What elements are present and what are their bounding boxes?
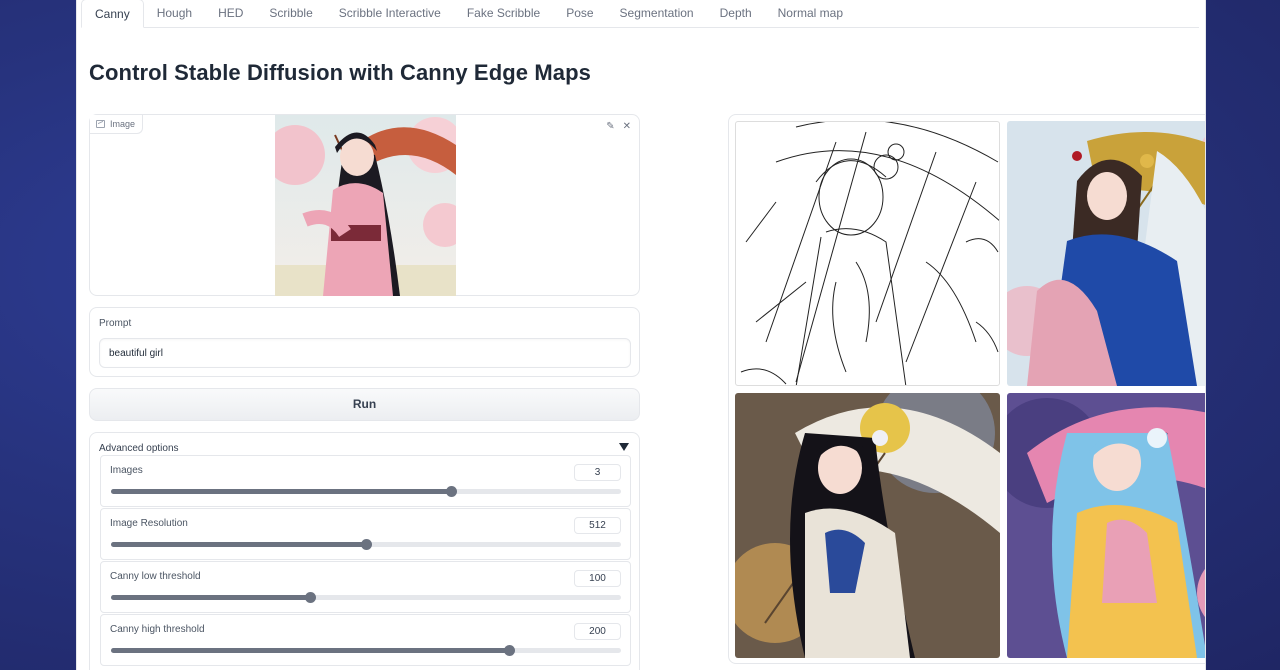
number-input[interactable]: 100 [574,570,621,587]
slider-images: Images 3 [100,455,631,507]
tab-fake-scribble[interactable]: Fake Scribble [454,0,553,27]
run-button[interactable]: Run [89,388,640,421]
slider-label: Image Resolution [110,518,188,529]
input-image[interactable] [275,115,456,296]
image-label-text: Image [110,119,136,129]
advanced-options-label[interactable]: Advanced options [99,443,179,454]
close-icon[interactable]: ✕ [623,121,631,132]
slider-thumb[interactable] [304,592,316,603]
prompt-panel: Prompt [89,307,640,377]
slider-label: Canny high threshold [110,624,205,635]
tab-hed[interactable]: HED [205,0,256,27]
pencil-icon[interactable]: ✎ [606,121,614,132]
slider-fill [111,489,452,494]
prompt-input[interactable] [99,338,631,368]
tab-scribble[interactable]: Scribble [256,0,325,27]
image-tools: ✎ ✕ [606,121,631,132]
number-input[interactable]: 3 [574,464,621,481]
slider-label: Images [110,465,143,476]
tab-bar: Canny Hough HED Scribble Scribble Intera… [81,0,1199,28]
slider-image-resolution: Image Resolution 512 [100,508,631,560]
advanced-options-accordion[interactable]: Advanced options Images 3 Image Resoluti… [89,432,640,670]
tab-segmentation[interactable]: Segmentation [607,0,707,27]
slider-fill [111,542,366,547]
slider-track[interactable] [111,592,621,603]
image-input-panel[interactable]: Image ✎ ✕ [89,114,640,296]
gallery-image-edge-map[interactable] [735,121,1000,386]
slider-fill [111,595,310,600]
tab-normal-map[interactable]: Normal map [765,0,856,27]
caret-down-icon[interactable] [619,443,629,451]
tab-canny[interactable]: Canny [81,0,144,28]
slider-fill [111,648,509,653]
app-window: Canny Hough HED Scribble Scribble Intera… [76,0,1206,670]
tab-pose[interactable]: Pose [553,0,606,27]
slider-canny-low-threshold: Canny low threshold 100 [100,561,631,613]
slider-track[interactable] [111,645,621,656]
number-input[interactable]: 512 [574,517,621,534]
image-icon [96,120,105,128]
slider-thumb[interactable] [503,645,515,656]
gallery-image-output-1[interactable] [1007,121,1205,386]
slider-thumb[interactable] [361,539,372,550]
output-gallery [728,114,1205,664]
image-input-label: Image [90,115,144,134]
slider-track[interactable] [111,486,621,497]
gallery-image-output-3[interactable] [1007,393,1205,658]
slider-label: Canny low threshold [110,571,201,582]
slider-track[interactable] [111,539,621,550]
page-title: Control Stable Diffusion with Canny Edge… [89,60,591,85]
tab-scribble-interactive[interactable]: Scribble Interactive [326,0,454,27]
prompt-label: Prompt [99,318,132,329]
slider-canny-high-threshold: Canny high threshold 200 [100,614,631,666]
tab-hough[interactable]: Hough [144,0,205,27]
slider-thumb[interactable] [446,486,458,497]
gallery-image-output-2[interactable] [735,393,1000,658]
number-input[interactable]: 200 [574,623,621,640]
tab-depth[interactable]: Depth [707,0,765,27]
